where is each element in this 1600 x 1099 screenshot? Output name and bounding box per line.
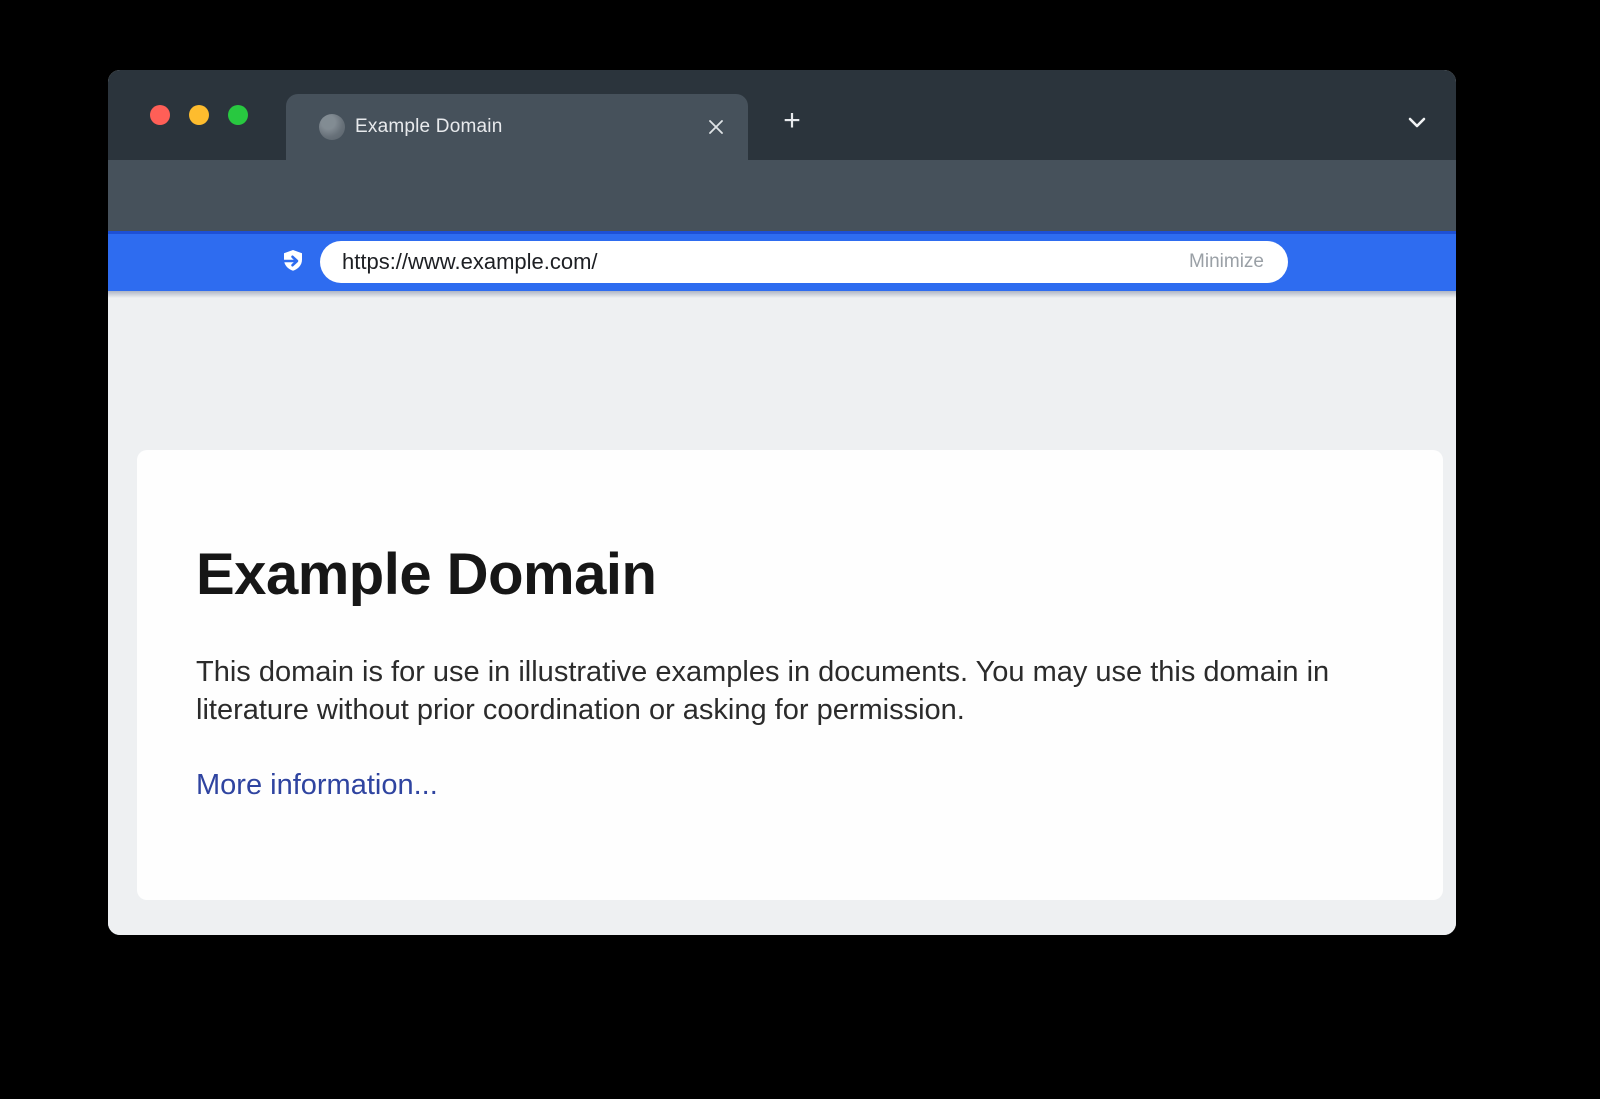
browser-window: Example Domain + [108,70,1456,935]
traffic-lights [150,105,248,125]
page-title: Example Domain [196,542,1384,609]
page-paragraph: This domain is for use in illustrative e… [196,653,1348,729]
new-tab-button[interactable]: + [777,107,807,137]
shield-arrow-icon[interactable] [277,248,307,281]
tab-title: Example Domain [355,116,702,138]
tab-strip: Example Domain + [108,70,1456,160]
toolbar: browser-beta.cloudflareaccess.com/... C … [108,160,1456,231]
web-page-viewport: Example Domain This domain is for use in… [108,291,1456,935]
chevron-down-icon [1405,110,1429,134]
minimize-banner-button[interactable]: Minimize [1189,251,1264,273]
banner-shadow [108,291,1456,298]
isolation-url-banner: https://www.example.com/ Minimize [108,231,1456,291]
remote-url-value: https://www.example.com/ [342,249,1189,275]
more-information-link[interactable]: More information... [196,769,438,802]
plus-icon: + [783,104,801,137]
remote-url-input[interactable]: https://www.example.com/ Minimize [320,241,1288,283]
window-zoom-button[interactable] [228,105,248,125]
tab-search-button[interactable] [1401,108,1433,136]
window-minimize-button[interactable] [189,105,209,125]
tab-example-domain[interactable]: Example Domain [286,94,748,160]
example-domain-card: Example Domain This domain is for use in… [137,450,1443,900]
close-icon [707,118,725,136]
tab-close-button[interactable] [702,113,730,141]
window-close-button[interactable] [150,105,170,125]
tab-favicon-globe-icon [319,114,345,140]
